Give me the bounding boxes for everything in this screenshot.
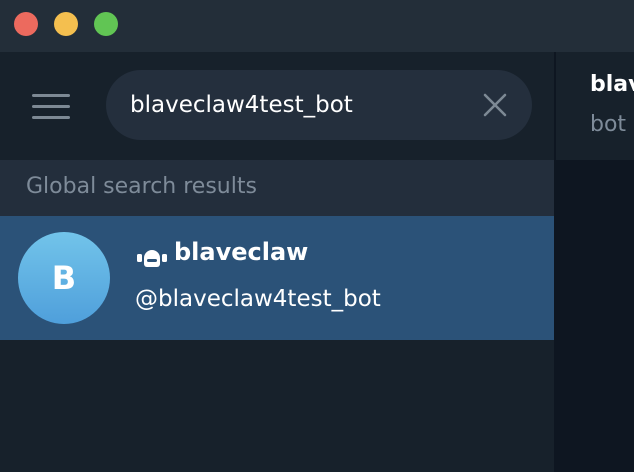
search-input[interactable] <box>130 70 470 140</box>
global-search-results-header: Global search results <box>0 160 554 216</box>
title-bar <box>0 0 634 53</box>
chat-panel: blav bot <box>556 52 634 472</box>
avatar: B <box>18 232 110 324</box>
search-box <box>106 70 532 140</box>
hamburger-menu-icon[interactable] <box>32 94 70 120</box>
chat-subtitle: bot <box>590 112 627 137</box>
result-username: @blaveclaw4test_bot <box>135 286 381 312</box>
chat-header[interactable]: blav bot <box>556 52 634 160</box>
window-maximize-button[interactable] <box>94 12 118 36</box>
result-name: blaveclaw <box>174 238 309 266</box>
telegram-window: Global search results B blaveclaw @blave… <box>0 0 634 472</box>
section-title: Global search results <box>26 174 257 199</box>
avatar-letter: B <box>51 259 77 297</box>
sidebar: Global search results B blaveclaw @blave… <box>0 52 554 472</box>
chat-title: blav <box>590 72 634 97</box>
hamburger-line <box>32 116 70 119</box>
hamburger-line <box>32 105 70 108</box>
window-minimize-button[interactable] <box>54 12 78 36</box>
window-close-button[interactable] <box>14 12 38 36</box>
search-result-row[interactable]: B blaveclaw @blaveclaw4test_bot <box>0 216 554 340</box>
bot-icon <box>137 250 167 267</box>
hamburger-line <box>32 94 70 97</box>
close-x-icon[interactable] <box>482 92 508 118</box>
